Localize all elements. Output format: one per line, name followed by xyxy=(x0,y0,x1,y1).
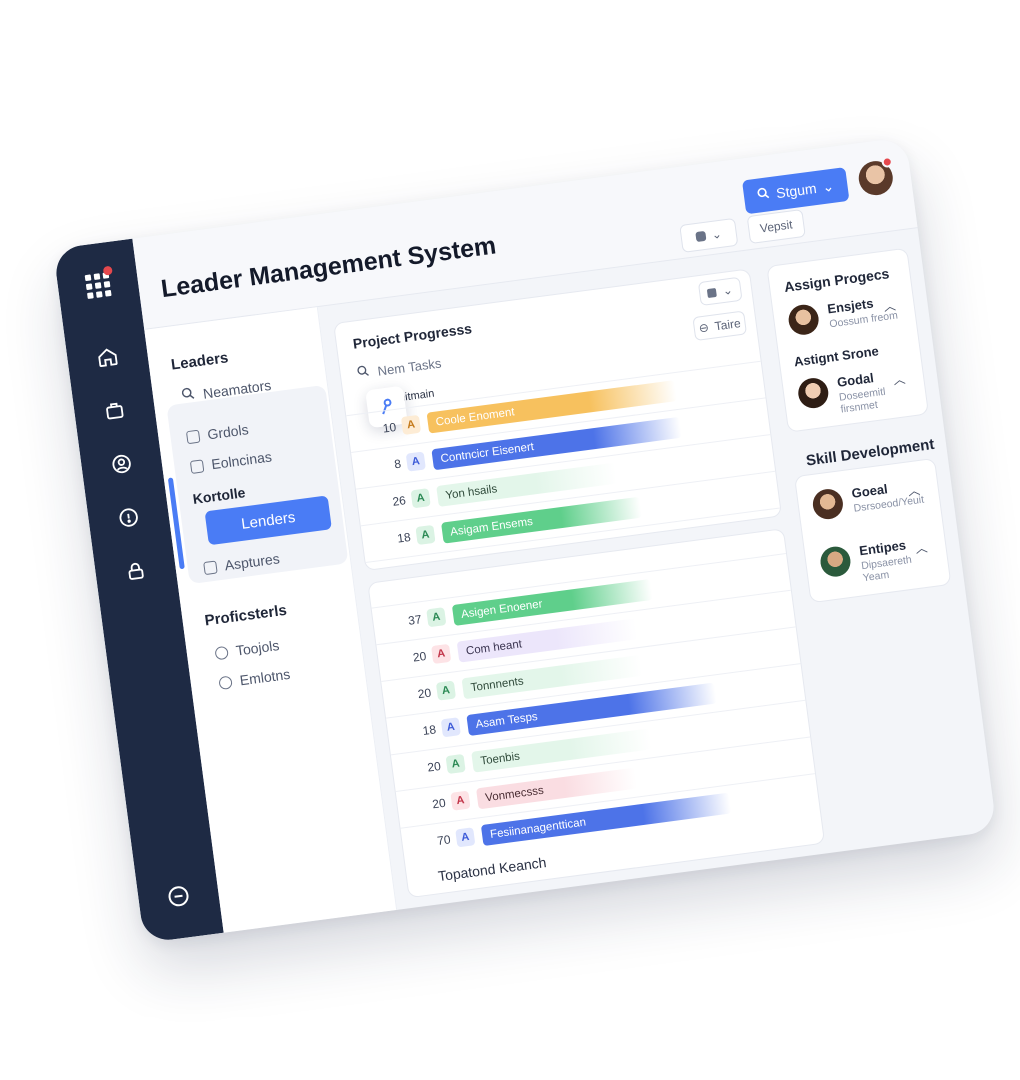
notification-badge xyxy=(881,155,894,169)
task-tag: A xyxy=(445,753,466,775)
task-tag: A xyxy=(440,717,461,738)
task-tag: A xyxy=(415,524,436,546)
task-count: 20 xyxy=(416,685,433,702)
circle-icon xyxy=(218,675,233,690)
task-count: 18 xyxy=(421,722,437,738)
briefcase-icon[interactable] xyxy=(94,390,134,430)
lock-icon[interactable] xyxy=(116,551,156,591)
person-item[interactable]: Godal Doseemitl firsnmet ︿ xyxy=(796,363,914,418)
square-icon xyxy=(203,560,218,575)
card-filter-dropdown[interactable]: ⌄ xyxy=(697,276,743,307)
collapse-icon[interactable] xyxy=(158,876,198,916)
task-tag: A xyxy=(431,643,452,665)
task-count: 10 xyxy=(381,419,398,436)
stage: Leader Management System ⌄ Vepsit Stgum … xyxy=(0,0,1020,1080)
avatar xyxy=(786,302,821,337)
square-icon xyxy=(189,458,205,474)
task-count: 20 xyxy=(431,795,447,812)
view-button[interactable]: Vepsit xyxy=(746,208,806,245)
task-count: 20 xyxy=(412,648,428,665)
task-tag: A xyxy=(450,790,471,811)
search-icon xyxy=(356,364,371,382)
chevron-down-icon: ⌄ xyxy=(721,282,734,299)
table-button-label: Taire xyxy=(713,316,742,334)
task-list-card: 37 A Asigen Enoener 20 A Com heant 20 A Tonnnent… xyxy=(367,528,826,899)
task-search[interactable]: Nem Tasks xyxy=(356,354,442,381)
chevron-down-icon: ⌄ xyxy=(821,177,835,195)
task-tag: A xyxy=(410,488,431,509)
notification-badge xyxy=(102,265,113,276)
assign-title: Assign Progecs xyxy=(783,265,891,295)
skill-development-card: Goeal Dsrsoeod/Yeuit ︿ Entipes Dipsaeret… xyxy=(793,457,952,604)
person-item[interactable]: Entipes Dipsaereth Yeam ︿ xyxy=(818,532,936,587)
circle-icon xyxy=(214,645,229,660)
task-count: 26 xyxy=(391,493,407,509)
task-tag: A xyxy=(405,451,426,472)
page-title: Leader Management System xyxy=(159,231,498,304)
avatar xyxy=(796,376,831,410)
project-progress-card: Project Progresss ⌄ Nem Tasks ⊖ Taire at… xyxy=(333,268,783,572)
search-icon xyxy=(756,186,771,204)
square-icon xyxy=(185,429,201,444)
chevron-up-icon[interactable]: ︿ xyxy=(907,481,921,499)
task-count xyxy=(395,567,415,570)
chevron-up-icon[interactable]: ︿ xyxy=(892,370,906,388)
chevron-up-icon[interactable]: ︿ xyxy=(882,297,897,315)
section-leaders: Leaders xyxy=(170,349,230,374)
user-circle-icon[interactable] xyxy=(101,444,141,484)
task-search-label: Nem Tasks xyxy=(376,354,443,379)
person-item[interactable]: Ensjets Oossum freom ︿ xyxy=(786,290,905,345)
chevron-up-icon[interactable]: ︿ xyxy=(914,539,929,557)
help-icon[interactable] xyxy=(108,497,148,537)
avatar xyxy=(811,487,845,521)
card-title: Project Progresss xyxy=(351,320,473,352)
signin-label: Stgum xyxy=(775,180,818,202)
filter-dropdown[interactable]: ⌄ xyxy=(679,217,739,253)
hexagon-icon xyxy=(695,230,707,243)
nav-item-label: Emlotns xyxy=(238,665,292,689)
task-count: 37 xyxy=(407,612,423,628)
avatar xyxy=(818,544,853,579)
section-proficsterls: Proficsterls xyxy=(203,601,288,630)
table-button[interactable]: ⊖ Taire xyxy=(692,310,748,342)
task-tag: A xyxy=(400,414,422,435)
nav-item-emlotns[interactable]: Emlotns xyxy=(218,666,291,691)
tag-icon xyxy=(707,287,718,298)
task-count: 70 xyxy=(436,832,452,848)
task-tag: A xyxy=(455,827,476,848)
lock-icon: ⊖ xyxy=(697,320,710,336)
task-count: 8 xyxy=(393,456,402,472)
home-icon[interactable] xyxy=(87,337,127,377)
nav-item-label: Toojols xyxy=(234,637,281,659)
nav-item-toojols[interactable]: Toojols xyxy=(214,637,280,661)
app-window: Leader Management System ⌄ Vepsit Stgum … xyxy=(52,136,998,944)
signin-button[interactable]: Stgum ⌄ xyxy=(741,167,850,215)
assign-progress-card: Assign Progecs Ensjets Oossum freom ︿ As… xyxy=(766,247,930,433)
task-tag: V xyxy=(420,561,441,572)
task-count: 20 xyxy=(426,758,442,775)
task-tag: A xyxy=(426,607,447,628)
chevron-down-icon: ⌄ xyxy=(710,226,723,242)
task-count: 18 xyxy=(396,529,412,546)
apps-grid-icon[interactable] xyxy=(78,265,118,305)
user-avatar[interactable] xyxy=(856,155,895,198)
assign-subtitle: Astignt Srone xyxy=(793,343,880,370)
person-item[interactable]: Goeal Dsrsoeod/Yeuit ︿ xyxy=(811,474,929,529)
task-tag: A xyxy=(435,680,457,701)
